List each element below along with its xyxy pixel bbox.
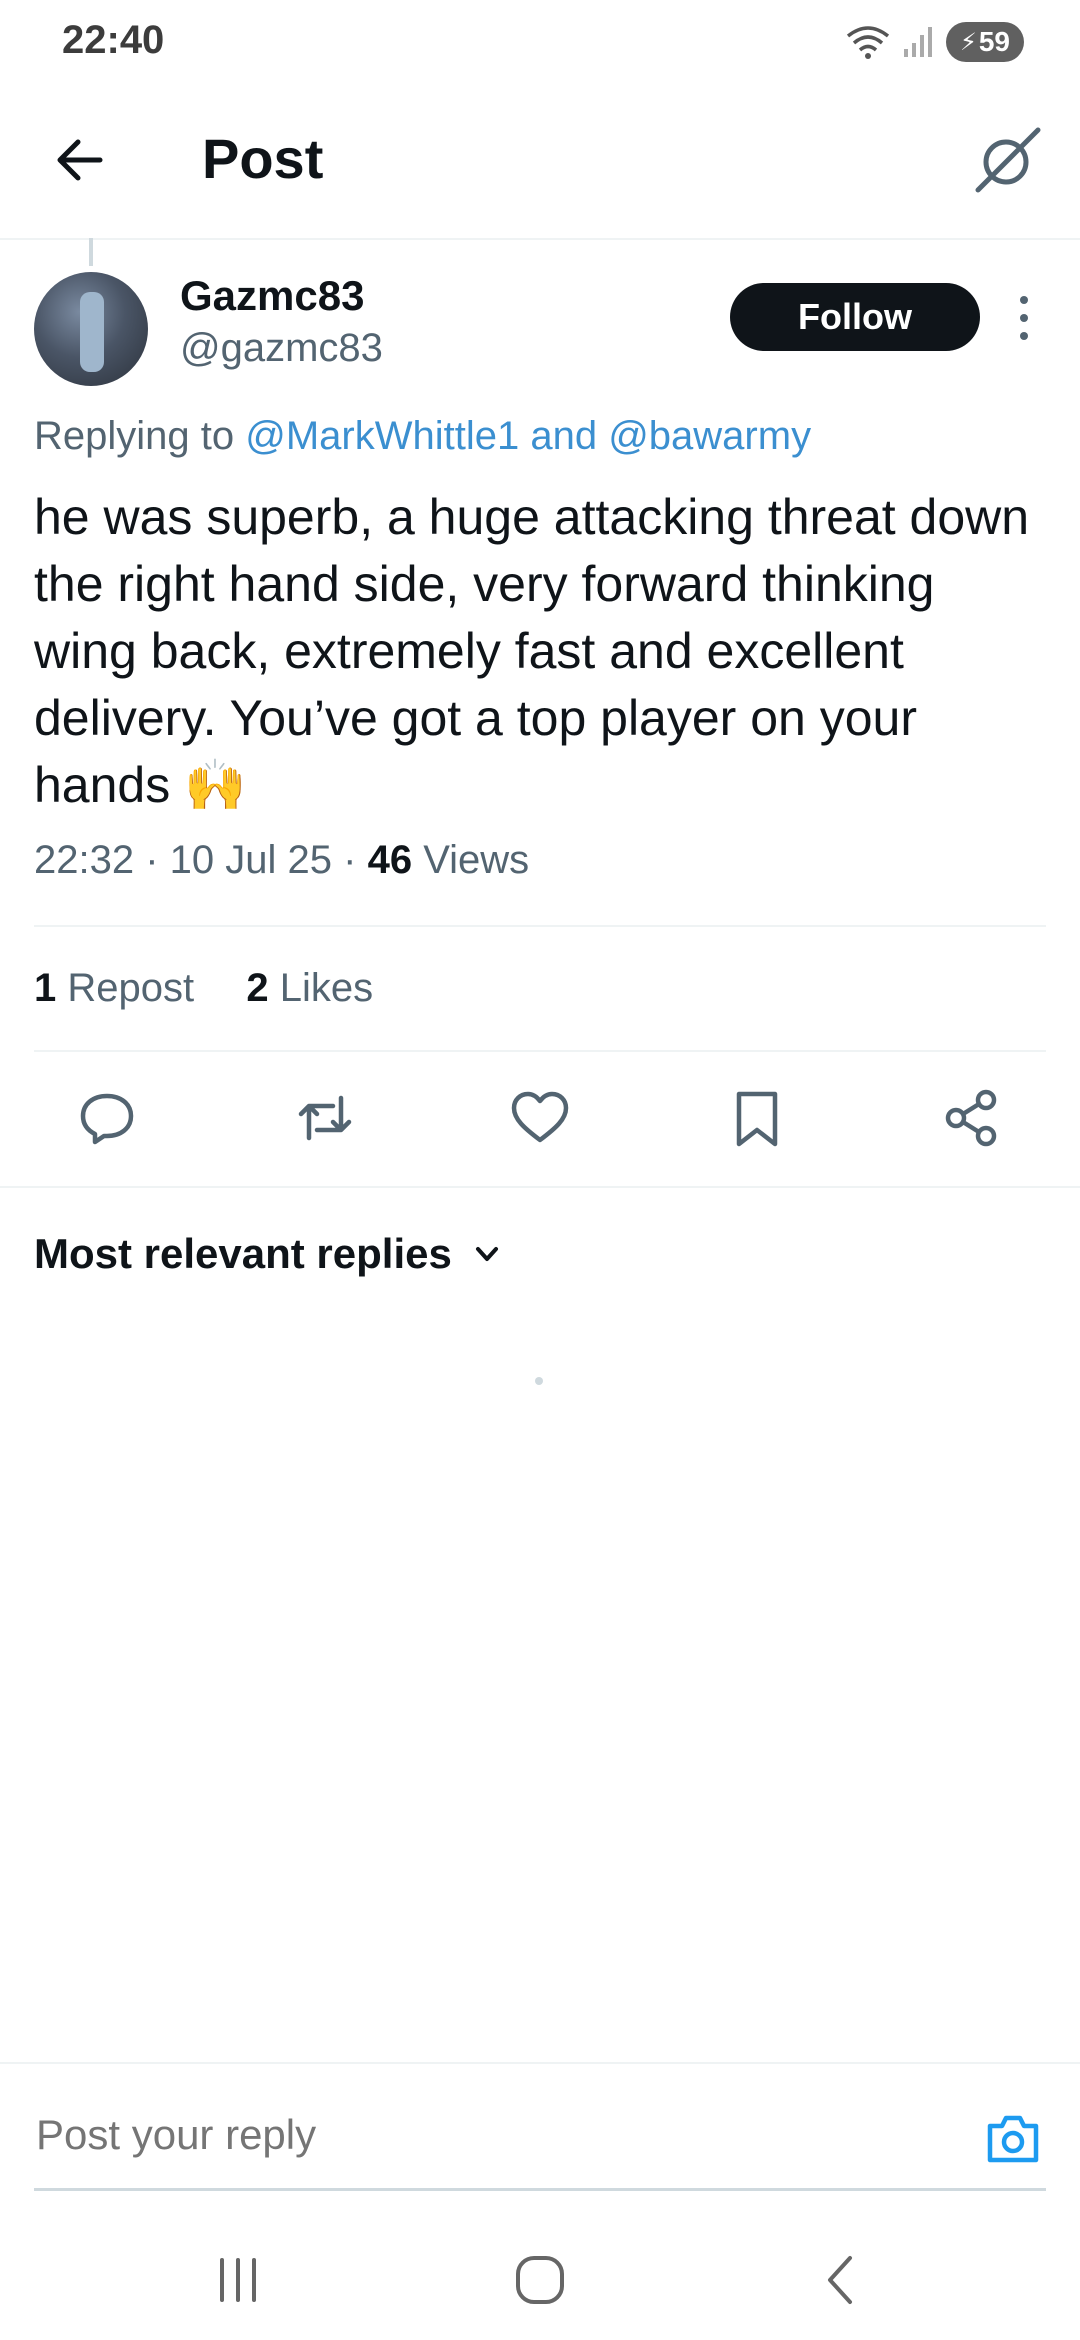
top-app-bar: Post [0,88,1080,240]
post-time: 22:32 [34,838,135,882]
reposts-stat[interactable]: 1 Repost [34,966,194,1010]
more-dots-icon[interactable] [1010,290,1038,346]
charging-icon: ⚡ [959,28,977,56]
replies-sort-label: Most relevant replies [34,1230,452,1277]
likes-count: 2 [246,966,269,1010]
views-label: Views [423,838,530,882]
action-bar [0,1050,1080,1186]
thread-connector-line [89,238,93,266]
reposts-label: Repost [67,966,195,1010]
likes-label: Likes [279,966,374,1010]
loading-indicator [535,1377,543,1385]
reposts-count: 1 [34,966,57,1010]
share-icon[interactable] [942,1088,1002,1148]
reply-icon[interactable] [77,1088,137,1148]
status-icons: ⚡ 59 [846,22,1024,62]
post-date: 10 Jul 25 [169,838,333,882]
replies-sort-dropdown[interactable]: Most relevant replies [34,1230,502,1278]
home-icon[interactable] [510,2252,570,2308]
page-title: Post [202,127,324,190]
bookmark-icon[interactable] [727,1088,787,1148]
follow-button[interactable]: Follow [730,283,980,351]
replying-mentions[interactable]: @MarkWhittle1 and @bawarmy [245,414,811,458]
replying-to: Replying to @MarkWhittle1 and @bawarmy [34,414,811,459]
divider [34,925,1046,927]
engagement-stats: 1 Repost 2 Likes [34,966,373,1011]
status-bar: 22:40 ⚡ 59 [0,0,1080,88]
camera-icon[interactable] [984,2110,1042,2168]
composer-underline [34,2188,1046,2191]
like-icon[interactable] [510,1088,570,1148]
battery-indicator: ⚡ 59 [946,22,1024,62]
post-text: he was superb, a huge attacking threat d… [34,489,1030,813]
system-nav-bar [0,2200,1080,2340]
wifi-icon [846,26,890,59]
author-handle[interactable]: @gazmc83 [180,326,383,371]
author-name[interactable]: Gazmc83 [180,272,364,320]
battery-level: 59 [978,26,1010,57]
reply-input[interactable] [34,2110,938,2160]
grok-icon[interactable] [972,124,1044,196]
chevron-down-icon [475,1247,498,1261]
avatar[interactable] [34,272,148,386]
views-count: 46 [367,838,413,882]
likes-stat[interactable]: 2 Likes [246,966,373,1010]
back-arrow-icon[interactable] [48,128,112,192]
signal-icon [904,27,932,57]
post-meta: 22:32 · 10 Jul 25 · 46 Views [34,838,530,882]
recent-apps-icon[interactable] [208,2252,268,2308]
replying-prefix: Replying to [34,414,235,458]
repost-icon[interactable] [295,1088,355,1148]
back-nav-icon[interactable] [812,2252,872,2308]
status-time: 22:40 [62,18,165,62]
divider [0,1186,1080,1188]
reply-composer [0,2062,1080,2192]
